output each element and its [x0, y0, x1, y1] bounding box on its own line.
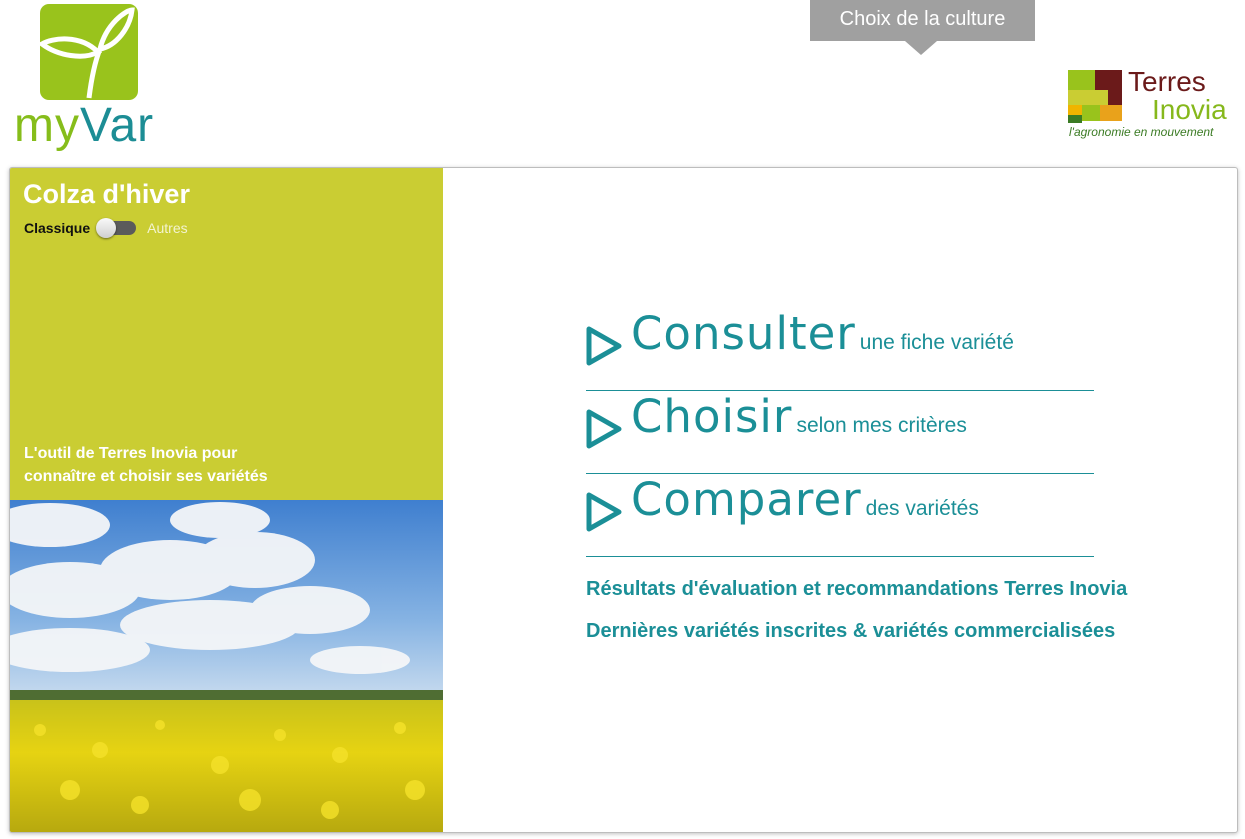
play-arrow-icon: [586, 492, 622, 532]
menu-item-small-label: une fiche variété: [859, 331, 1014, 354]
menu-item-big-label: Comparer: [631, 473, 862, 526]
toggle-knob: [96, 218, 117, 238]
play-arrow-icon: [586, 326, 622, 366]
menu-item-consulter[interactable]: Consulter une fiche variété: [586, 308, 1094, 391]
crop-choice-label: Choix de la culture: [839, 8, 1006, 30]
sidebar-tagline: L'outil de Terres Inovia pour connaître …: [24, 445, 268, 485]
myvar-wordmark: myVar: [14, 99, 155, 152]
crop-title: Colza d'hiver: [23, 179, 190, 209]
terres-inovia-tagline: l'agronomie en mouvement: [1069, 125, 1214, 139]
menu-item-comparer[interactable]: Comparer des variétés: [586, 474, 1094, 557]
sprout-icon: [37, 4, 138, 100]
menu-item-small-label: des variétés: [865, 497, 979, 520]
latest-varieties-link[interactable]: Dernières variétés inscrites & variétés …: [586, 610, 1127, 652]
crop-type-toggle[interactable]: [96, 218, 137, 238]
crop-type-toggle-row: Classique Autres: [24, 218, 188, 238]
terres-inovia-logo[interactable]: Terres Inovia l'agronomie en mouvement: [1068, 66, 1240, 146]
menu-item-big-label: Choisir: [631, 390, 793, 443]
results-recommendations-link[interactable]: Résultats d'évaluation et recommandation…: [586, 568, 1127, 610]
rapeseed-field-photo: [10, 500, 443, 832]
action-menu: Consulter une fiche variété Choisir selon …: [586, 308, 1094, 557]
play-arrow-icon: [586, 409, 622, 449]
main-panel: Colza d'hiver Classique Autres L'outil d…: [9, 167, 1238, 833]
terres-inovia-mosaic-icon: [1068, 70, 1124, 123]
crop-choice-tooltip[interactable]: Choix de la culture: [810, 0, 1035, 55]
crop-sidebar: Colza d'hiver Classique Autres L'outil d…: [10, 168, 443, 832]
toggle-label-autres: Autres: [147, 220, 188, 236]
myvar-logo[interactable]: myVar: [14, 2, 182, 152]
info-links: Résultats d'évaluation et recommandation…: [586, 568, 1127, 652]
terres-inovia-name-line2: Inovia: [1152, 94, 1227, 125]
menu-item-choisir[interactable]: Choisir selon mes critères: [586, 391, 1094, 474]
toggle-label-classique: Classique: [24, 220, 91, 236]
menu-item-small-label: selon mes critères: [796, 414, 967, 437]
menu-item-big-label: Consulter: [631, 307, 856, 360]
